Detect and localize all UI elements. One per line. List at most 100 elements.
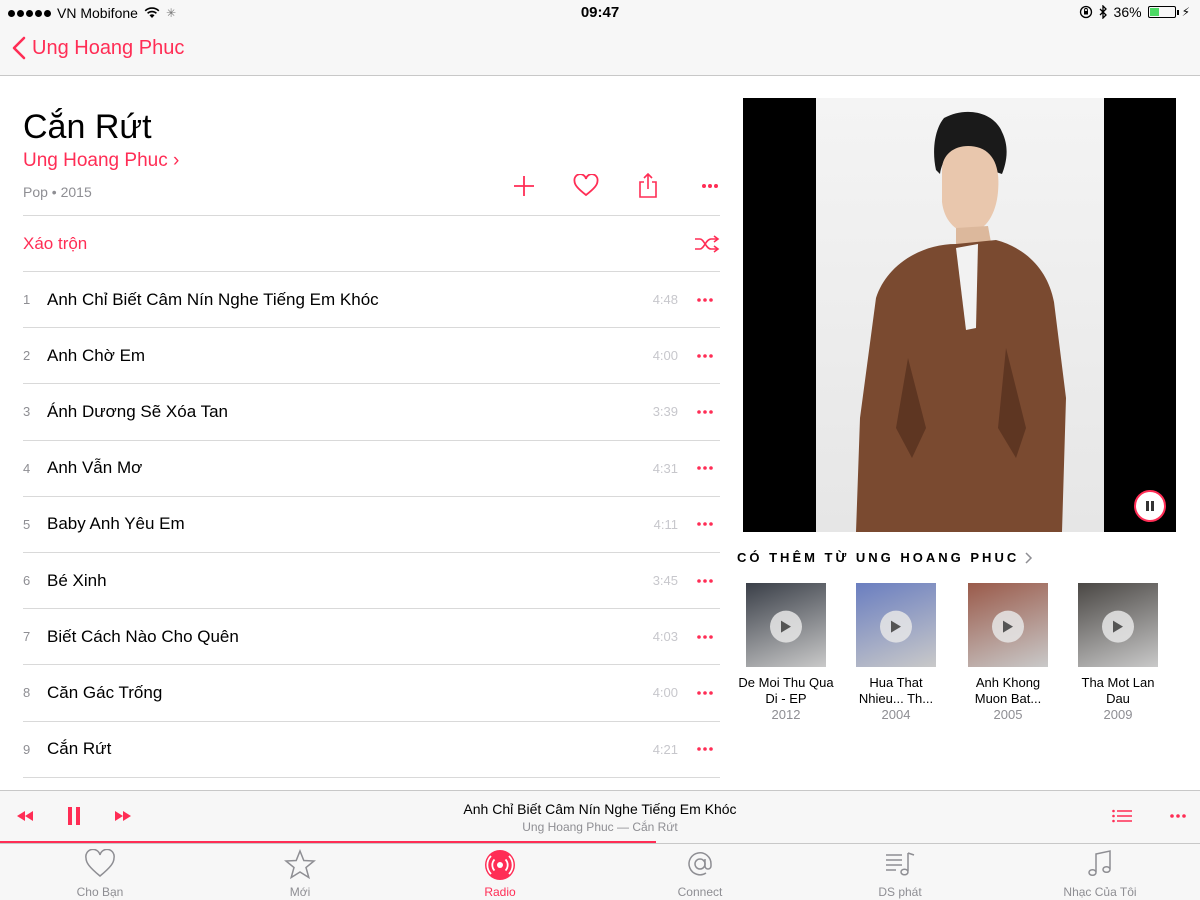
tab-my-music[interactable]: Nhạc Của Tôi	[1000, 844, 1200, 900]
more-dots-icon	[697, 634, 713, 639]
now-playing-info[interactable]: Anh Chỉ Biết Câm Nín Nghe Tiếng Em Khóc …	[300, 801, 900, 834]
album-artwork[interactable]	[743, 98, 1176, 532]
track-title: Anh Vẫn Mơ	[47, 458, 143, 478]
related-album[interactable]: Hua That Nhieu... Th... 2004	[846, 583, 946, 723]
related-album-year: 2009	[1103, 707, 1133, 722]
track-row[interactable]: 8 Căn Gác Trống 4:00	[23, 665, 720, 722]
track-row[interactable]: 5 Baby Anh Yêu Em 4:11	[23, 497, 720, 553]
status-right: 36% ⚡	[1079, 4, 1190, 20]
track-more-button[interactable]	[690, 410, 720, 414]
more-dots-icon	[697, 578, 713, 583]
album-cover	[856, 583, 936, 667]
love-button[interactable]	[555, 171, 617, 201]
more-dots-icon	[697, 691, 713, 695]
track-duration: 4:48	[652, 292, 678, 308]
artist-portrait-image	[856, 111, 1066, 532]
track-row[interactable]: 1 Anh Chỉ Biết Câm Nín Nghe Tiếng Em Khó…	[23, 272, 720, 329]
track-more-button[interactable]	[690, 634, 720, 639]
related-album[interactable]: Anh Khong Muon Bat... 2005	[958, 583, 1058, 723]
track-number: 1	[23, 292, 31, 308]
track-row[interactable]: 4 Anh Vẫn Mơ 4:31	[23, 441, 720, 497]
play-button[interactable]	[1102, 610, 1134, 643]
chevron-right-icon	[1025, 551, 1033, 564]
track-row[interactable]: 9 Cắn Rứt 4:21	[23, 722, 720, 778]
shuffle-icon	[695, 235, 720, 253]
more-from-artist-header[interactable]: CÓ THÊM TỪ UNG HOANG PHUC	[737, 550, 1033, 565]
more-from-label: CÓ THÊM TỪ UNG HOANG PHUC	[737, 550, 1020, 565]
album-more-button[interactable]	[679, 171, 741, 201]
track-title: Anh Chờ Em	[47, 345, 146, 365]
tab-connect[interactable]: Connect	[600, 844, 800, 900]
track-more-button[interactable]	[690, 466, 720, 470]
track-number: 4	[23, 460, 31, 476]
related-albums: De Moi Thu Qua Di - EP 2012 Hua That Nhi…	[738, 583, 1173, 723]
back-label: Ung Hoang Phuc	[32, 36, 185, 59]
track-more-button[interactable]	[690, 297, 720, 302]
navigation-bar: Ung Hoang Phuc	[0, 26, 1200, 76]
share-button[interactable]	[617, 171, 679, 201]
more-dots-icon	[697, 410, 713, 414]
track-number: 6	[23, 573, 31, 589]
player-more-button[interactable]	[1170, 814, 1186, 818]
related-album-year: 2012	[771, 707, 801, 722]
tab-for-you[interactable]: Cho Bạn	[0, 844, 200, 900]
playlist-icon	[886, 852, 915, 876]
bluetooth-icon	[1099, 5, 1107, 19]
tab-radio[interactable]: Radio	[400, 844, 600, 900]
track-duration: 4:00	[652, 348, 678, 364]
track-more-button[interactable]	[690, 522, 720, 527]
play-icon	[1113, 620, 1123, 633]
tab-new[interactable]: Mới	[200, 844, 400, 900]
play-button[interactable]	[992, 610, 1024, 643]
back-button[interactable]: Ung Hoang Phuc	[12, 36, 184, 60]
now-playing-title: Anh Chỉ Biết Câm Nín Nghe Tiếng Em Khóc	[463, 801, 737, 817]
heart-icon	[85, 849, 115, 877]
album-artist-link[interactable]: Ung Hoang Phuc ›	[23, 150, 720, 172]
pause-icon	[68, 807, 80, 825]
now-playing-subtitle: Ung Hoang Phuc — Cắn Rứt	[522, 820, 678, 834]
track-row[interactable]: 6 Bé Xinh 3:45	[23, 553, 720, 610]
track-row[interactable]: 2 Anh Chờ Em 4:00	[23, 328, 720, 385]
battery-icon	[1147, 6, 1179, 18]
tab-label: Cho Bạn	[76, 885, 124, 899]
track-row[interactable]: 3 Ánh Dương Sẽ Xóa Tan 3:39	[23, 384, 720, 441]
track-number: 8	[23, 685, 31, 701]
track-row[interactable]: 7 Biết Cách Nào Cho Quên 4:03	[23, 609, 720, 666]
battery-percent: 36%	[1113, 4, 1142, 20]
track-more-button[interactable]	[690, 578, 720, 583]
more-dots-icon	[702, 184, 718, 188]
more-dots-icon	[697, 353, 713, 358]
pause-button[interactable]	[67, 807, 81, 825]
related-album[interactable]: De Moi Thu Qua Di - EP 2012	[736, 583, 836, 723]
star-icon	[284, 849, 316, 879]
playback-controls	[15, 807, 133, 825]
artwork-pause-button[interactable]	[1134, 490, 1166, 522]
previous-button[interactable]	[15, 810, 35, 822]
tab-playlists[interactable]: DS phát	[800, 844, 1000, 900]
more-dots-icon	[1170, 814, 1186, 818]
play-button[interactable]	[770, 610, 802, 643]
pause-icon	[1146, 501, 1154, 511]
track-duration: 4:03	[652, 629, 678, 645]
track-title: Cắn Rứt	[47, 739, 112, 759]
track-more-button[interactable]	[690, 747, 720, 751]
plus-icon	[514, 176, 534, 196]
tab-label: Radio	[484, 885, 516, 899]
shuffle-row[interactable]: Xáo trộn	[23, 216, 720, 272]
fast-forward-icon	[115, 811, 131, 821]
track-more-button[interactable]	[690, 691, 720, 695]
play-button[interactable]	[880, 610, 912, 643]
next-button[interactable]	[113, 810, 133, 822]
list-icon	[1112, 809, 1132, 823]
track-title: Ánh Dương Sẽ Xóa Tan	[47, 401, 228, 421]
track-duration: 4:00	[652, 685, 678, 701]
track-title: Baby Anh Yêu Em	[47, 514, 185, 534]
add-button[interactable]	[493, 171, 555, 201]
music-note-icon	[1088, 850, 1111, 877]
track-title: Anh Chỉ Biết Câm Nín Nghe Tiếng Em Khóc	[47, 289, 379, 309]
related-album-title: De Moi Thu Qua Di - EP	[738, 675, 834, 706]
related-album[interactable]: Tha Mot Lan Dau 2009	[1068, 583, 1168, 723]
track-more-button[interactable]	[690, 353, 720, 358]
up-next-button[interactable]	[1112, 809, 1132, 823]
tab-label: Connect	[677, 885, 723, 899]
